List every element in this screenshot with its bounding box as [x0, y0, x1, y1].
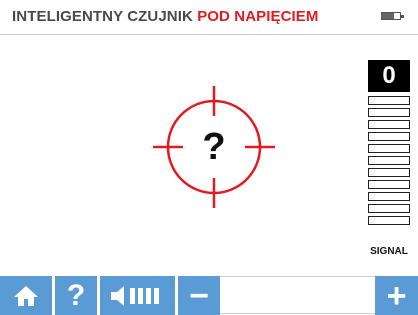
page-title: INTELIGENTNY CZUJNIK POD NAPIĘCIEM: [12, 8, 319, 25]
help-button[interactable]: ?: [55, 276, 97, 315]
home-icon: [14, 285, 38, 306]
decrease-button[interactable]: −: [178, 276, 220, 315]
signal-bar: [368, 156, 410, 165]
battery-icon: [381, 12, 404, 20]
signal-bar: [368, 120, 410, 129]
toolbar: ? − +: [0, 276, 418, 315]
home-button[interactable]: [0, 276, 52, 315]
battery-terminal: [401, 15, 404, 18]
volume-button[interactable]: [100, 276, 175, 315]
plus-label: +: [386, 276, 407, 315]
signal-bar: [368, 216, 410, 225]
volume-icon: [110, 285, 159, 306]
header-bar: INTELIGENTNY CZUJNIK POD NAPIĘCIEM: [0, 0, 418, 35]
signal-bar: [368, 180, 410, 189]
title-main: INTELIGENTNY CZUJNIK: [12, 8, 193, 25]
toolbar-spacer: [220, 276, 375, 314]
signal-value: 0: [368, 60, 410, 92]
signal-bar: [368, 96, 410, 105]
title-alert: POD NAPIĘCIEM: [197, 8, 319, 25]
signal-bar: [368, 108, 410, 117]
signal-bar: [368, 132, 410, 141]
signal-bar: [368, 204, 410, 213]
reticle-status-symbol: ?: [202, 126, 226, 168]
signal-bar: [368, 144, 410, 153]
signal-bar: [368, 192, 410, 201]
help-label: ?: [66, 278, 86, 312]
battery-fill: [382, 13, 394, 19]
signal-label: SIGNAL: [370, 246, 408, 257]
signal-bar: [368, 168, 410, 177]
signal-meter: [368, 96, 410, 228]
minus-label: −: [189, 276, 209, 315]
increase-button[interactable]: +: [375, 276, 418, 315]
